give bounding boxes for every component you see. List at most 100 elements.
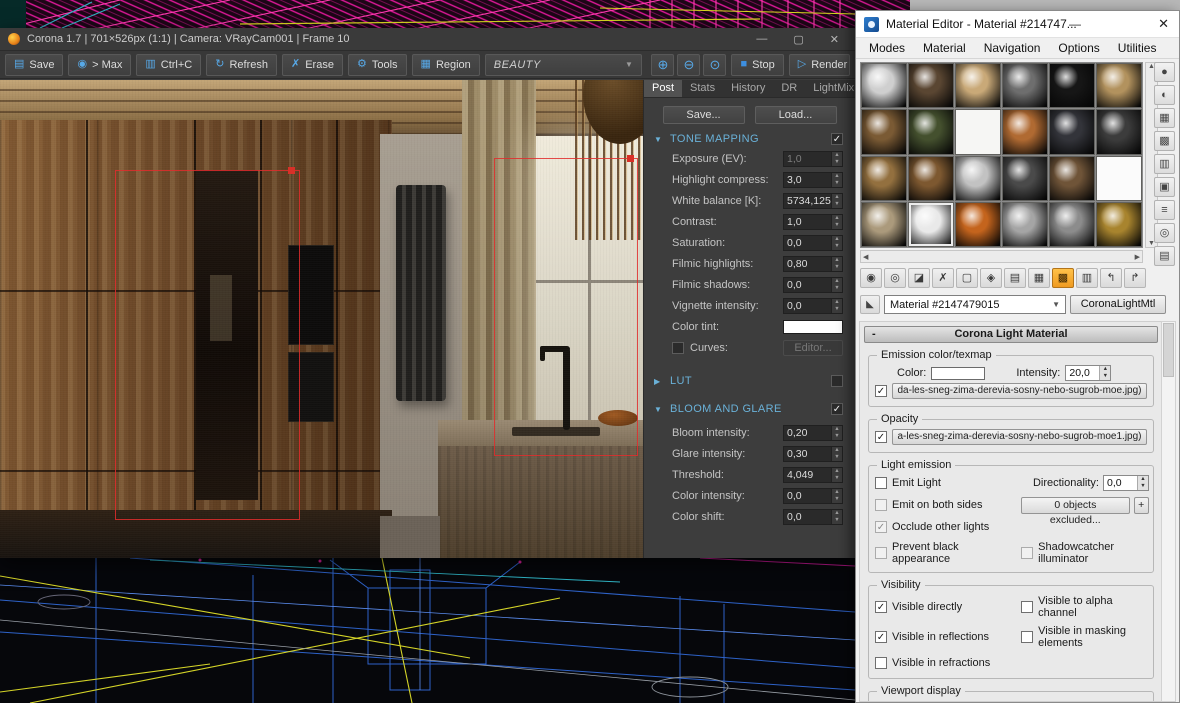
sample-type-icon[interactable]: ● <box>1154 62 1175 82</box>
region-button[interactable]: ▦ Region <box>411 53 480 76</box>
spinner-down-icon[interactable]: ▼ <box>832 285 842 292</box>
corona-light-material-rollout[interactable]: - Corona Light Material <box>864 326 1158 343</box>
corona-titlebar[interactable]: Corona 1.7 | 701×526px (1:1) | Camera: V… <box>0 28 855 51</box>
make-copy-icon[interactable]: ▢ <box>956 268 978 288</box>
material-name-dropdown[interactable]: Material #2147479015 ▼ <box>884 295 1066 314</box>
spinner-down-icon[interactable]: ▼ <box>832 222 842 229</box>
spinner-arrows[interactable]: ▲ ▼ <box>831 151 842 166</box>
tone-mapping-field-spinner[interactable]: 3,0 ▲ ▼ <box>783 171 843 188</box>
tone-mapping-header[interactable]: ▼ TONE MAPPING ✓ <box>644 130 855 148</box>
spinner-up-icon[interactable]: ▲ <box>832 257 842 264</box>
menu-material[interactable]: Material <box>914 39 975 57</box>
tab-post[interactable]: Post <box>644 80 683 97</box>
emission-map-checkbox[interactable]: ✓ <box>875 385 887 397</box>
spinner-up-icon[interactable]: ▲ <box>832 194 842 201</box>
material-slot[interactable] <box>955 63 1001 109</box>
add-exclude-button[interactable]: + <box>1133 496 1149 514</box>
post-load-button[interactable]: Load... <box>754 106 837 124</box>
spinner-up-icon[interactable]: ▲ <box>832 299 842 306</box>
generate-preview-icon[interactable]: ▣ <box>1154 177 1175 197</box>
video-color-check-icon[interactable]: ▥ <box>1154 154 1175 174</box>
region-handle[interactable] <box>627 155 634 162</box>
render-button[interactable]: ▷ Render <box>788 53 850 76</box>
get-material-icon[interactable]: ◉ <box>860 268 882 288</box>
spinner-up-icon[interactable]: ▲ <box>832 278 842 285</box>
tone-mapping-field-spinner[interactable]: 5734,125 ▲ ▼ <box>783 192 843 209</box>
spinner-arrows[interactable]: ▲ ▼ <box>831 256 842 271</box>
spinner-arrows[interactable]: ▲ ▼ <box>831 488 842 503</box>
color-tint-swatch[interactable] <box>783 319 843 334</box>
stop-button[interactable]: ■ Stop <box>731 53 784 76</box>
bloom-glare-field-spinner[interactable]: 0,30 ▲ ▼ <box>783 445 843 462</box>
spinner-down-icon[interactable]: ▼ <box>1138 483 1148 490</box>
spinner-down-icon[interactable]: ▼ <box>832 517 842 524</box>
objects-excluded-button[interactable]: 0 objects excluded... <box>1021 496 1130 526</box>
spinner-arrows[interactable]: ▲ ▼ <box>831 446 842 461</box>
material-slot[interactable] <box>1002 155 1048 201</box>
material-slot[interactable] <box>1002 63 1048 109</box>
render-region-right[interactable] <box>494 158 638 456</box>
material-slot[interactable] <box>861 155 907 201</box>
opacity-map-checkbox[interactable]: ✓ <box>875 431 887 443</box>
pick-material-icon[interactable]: ◣ <box>860 295 880 314</box>
assign-to-selection-icon[interactable]: ◪ <box>908 268 930 288</box>
spinner-down-icon[interactable]: ▼ <box>832 306 842 313</box>
zoom-in-button[interactable]: ⊕ <box>651 53 675 76</box>
visibility-checkbox[interactable] <box>1021 601 1034 613</box>
spinner-arrows[interactable]: ▲ ▼ <box>831 298 842 313</box>
spinner-up-icon[interactable]: ▲ <box>832 236 842 243</box>
spinner-down-icon[interactable]: ▼ <box>832 475 842 482</box>
material-editor-titlebar[interactable]: Material Editor - Material #214747... — … <box>856 11 1179 38</box>
close-button[interactable]: ✕ <box>830 33 839 46</box>
visibility-checkbox[interactable]: ✓ <box>875 601 887 613</box>
spinner-arrows[interactable]: ▲ ▼ <box>831 425 842 440</box>
tab-history[interactable]: History <box>723 80 773 97</box>
curves-editor-button[interactable]: Editor... <box>783 339 843 356</box>
spinner-arrows[interactable]: ▲ ▼ <box>831 509 842 524</box>
scroll-left-icon[interactable]: ◀ <box>863 253 868 261</box>
emit-light-checkbox[interactable] <box>875 477 887 489</box>
material-slot[interactable] <box>1002 201 1048 247</box>
spinner-down-icon[interactable]: ▼ <box>832 201 842 208</box>
put-to-scene-icon[interactable]: ◎ <box>884 268 906 288</box>
show-end-result-icon[interactable]: ▥ <box>1076 268 1098 288</box>
put-to-library-icon[interactable]: ▤ <box>1004 268 1026 288</box>
material-type-button[interactable]: CoronaLightMtl <box>1070 295 1166 314</box>
material-slot[interactable] <box>1002 109 1048 155</box>
menu-options[interactable]: Options <box>1049 39 1108 57</box>
erase-button[interactable]: ✗ Erase <box>282 53 343 76</box>
material-slot[interactable] <box>1096 155 1142 201</box>
spinner-arrows[interactable]: ▲ ▼ <box>831 214 842 229</box>
emit-both-sides-checkbox[interactable] <box>875 499 887 511</box>
close-icon[interactable]: ✕ <box>1158 16 1169 32</box>
tone-mapping-field-spinner[interactable]: 0,0 ▲ ▼ <box>783 297 843 314</box>
bloom-glare-field-spinner[interactable]: 0,20 ▲ ▼ <box>783 424 843 441</box>
scroll-right-icon[interactable]: ▶ <box>1135 253 1140 261</box>
make-unique-icon[interactable]: ◈ <box>980 268 1002 288</box>
slots-horizontal-scrollbar[interactable]: ◀ ▶ <box>860 250 1143 263</box>
region-handle[interactable] <box>288 167 295 174</box>
tone-mapping-checkbox[interactable]: ✓ <box>831 133 843 145</box>
reset-map-icon[interactable]: ✗ <box>932 268 954 288</box>
shadowcatcher-checkbox[interactable] <box>1021 547 1034 559</box>
material-slot[interactable] <box>908 63 954 109</box>
spinner-up-icon[interactable]: ▲ <box>832 447 842 454</box>
spinner-down-icon[interactable]: ▼ <box>832 243 842 250</box>
sample-uv-tiling-icon[interactable]: ▩ <box>1154 131 1175 151</box>
send-to-max-button[interactable]: ◉ > Max <box>68 53 132 76</box>
material-slot[interactable] <box>1096 63 1142 109</box>
material-slot[interactable] <box>908 109 954 155</box>
intensity-spinner[interactable]: 20,0 ▲ ▼ <box>1065 365 1112 381</box>
material-slot[interactable] <box>1049 63 1095 109</box>
spinner-up-icon[interactable]: ▲ <box>832 468 842 475</box>
spinner-arrows[interactable]: ▲ ▼ <box>831 193 842 208</box>
material-slot[interactable] <box>861 63 907 109</box>
spinner-arrows[interactable]: ▲ ▼ <box>831 235 842 250</box>
spinner-down-icon[interactable]: ▼ <box>832 159 842 166</box>
spinner-up-icon[interactable]: ▲ <box>1100 366 1110 373</box>
material-slot[interactable] <box>861 109 907 155</box>
emission-color-swatch[interactable] <box>931 366 986 380</box>
material-slot[interactable] <box>908 155 954 201</box>
occlude-other-lights-checkbox[interactable]: ✓ <box>875 521 887 533</box>
emission-map-button[interactable]: da-les-sneg-zima-derevia-sosny-nebo-sugr… <box>892 383 1147 399</box>
